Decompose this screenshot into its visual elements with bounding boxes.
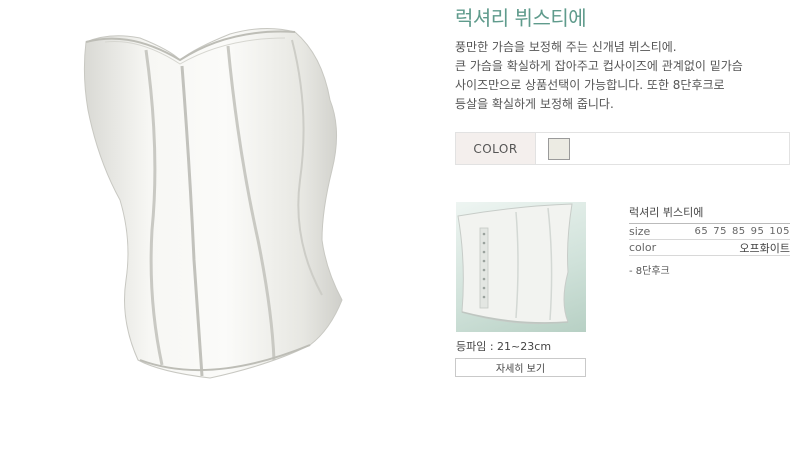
spec-table: 럭셔리 뷔스티에 size 65 75 85 95 105 color 오프화이…	[629, 204, 790, 277]
spec-color-key: color	[629, 241, 657, 254]
color-label: COLOR	[456, 133, 536, 164]
bustier-back-image	[457, 203, 573, 325]
spec-title: 럭셔리 뷔스티에	[629, 204, 790, 224]
spec-size-list: 65 75 85 95 105	[694, 226, 790, 237]
description-line: 큰 가슴을 확실하게 잡아주고 컵사이즈에 관계없이 밑가슴	[455, 59, 743, 73]
spec-size-value: 85	[731, 226, 746, 237]
spec-row-size: size 65 75 85 95 105	[629, 224, 790, 240]
spec-size-key: size	[629, 225, 651, 238]
view-detail-button[interactable]: 자세히 보기	[455, 358, 586, 377]
spec-size-value: 75	[713, 226, 727, 237]
product-description: 풍만한 가슴을 보정해 주는 신개념 뷔스티에. 큰 가슴을 확실하게 잡아주고…	[455, 38, 790, 114]
spec-size-value: 105	[769, 226, 790, 237]
back-view-thumbnail	[456, 202, 586, 332]
product-title: 럭셔리 뷔스티에	[455, 6, 587, 30]
spec-size-value: 65	[694, 226, 709, 237]
description-line: 사이즈만으로 상품선택이 가능합니다. 또한 8단후크로	[455, 78, 725, 92]
color-chip-list	[536, 133, 570, 164]
spec-color-value: 오프화이트	[739, 241, 790, 255]
description-line: 등살을 확실하게 보정해 줍니다.	[455, 97, 614, 111]
back-pad-size-label: 등파임 : 21~23cm	[456, 340, 552, 353]
bustier-front-image	[83, 27, 343, 379]
spec-row-color: color 오프화이트	[629, 240, 790, 256]
color-option-row: COLOR	[455, 132, 790, 165]
spec-size-value: 95	[750, 226, 765, 237]
spec-hook-note: - 8단후크	[629, 266, 670, 277]
description-line: 풍만한 가슴을 보정해 주는 신개념 뷔스티에.	[455, 40, 677, 54]
main-product-image	[60, 20, 360, 410]
color-chip-offwhite[interactable]	[548, 137, 570, 160]
